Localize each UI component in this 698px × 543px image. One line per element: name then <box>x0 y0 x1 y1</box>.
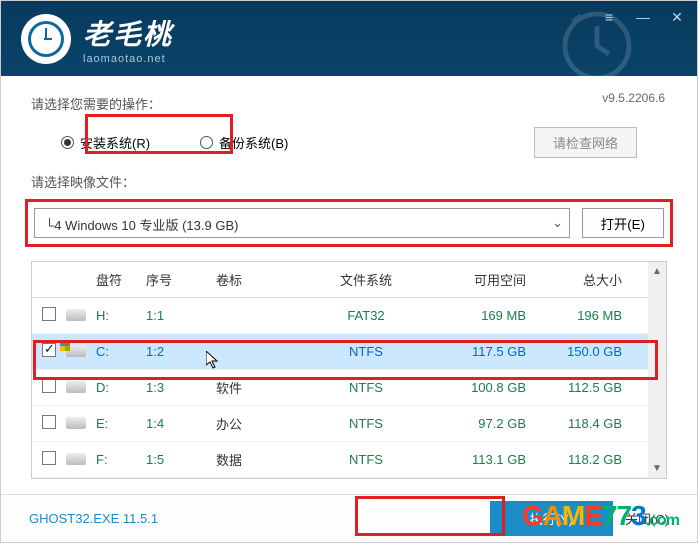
cell-label: 办公 <box>216 406 316 441</box>
cell-total: 196 MB <box>526 300 636 331</box>
settings-icon[interactable]: ≡ <box>601 9 617 26</box>
brand-name: 老毛桃 <box>83 13 173 53</box>
radio-backup-label: 备份系统(B) <box>219 133 288 152</box>
radio-install-label: 安装系统(R) <box>80 133 150 152</box>
cell-free: 117.5 GB <box>416 336 526 367</box>
cell-drive: H: <box>96 300 146 331</box>
table-row[interactable]: E:1:4办公NTFS97.2 GB118.4 GB <box>32 406 666 442</box>
chevron-down-icon: ⌄ <box>547 209 569 237</box>
table-row[interactable]: H:1:1 FAT32169 MB196 MB <box>32 298 666 334</box>
scrollbar[interactable]: ▲ ▼ <box>648 262 666 478</box>
disk-icon <box>66 417 86 429</box>
cell-seq: 1:1 <box>146 300 216 331</box>
scroll-down-icon[interactable]: ▼ <box>652 463 662 474</box>
drive-table: 盘符 序号 卷标 文件系统 可用空间 总大小 H:1:1FAT32169 MB1… <box>31 261 667 479</box>
cell-drive: F: <box>96 444 146 475</box>
cell-drive: C: <box>96 336 146 367</box>
image-label: 请选择映像文件： <box>31 172 667 191</box>
radio-icon <box>200 136 213 149</box>
footer: GHOST32.EXE 11.5.1 执行(Y) 关闭(C) <box>1 494 697 542</box>
cell-seq: 1:3 <box>146 372 216 403</box>
cell-total: 118.4 GB <box>526 408 636 439</box>
disk-icon <box>66 381 86 393</box>
cell-fs: NTFS <box>316 372 416 403</box>
check-network-button[interactable]: 请检查网络 <box>534 127 637 158</box>
brand-url: laomaotao.net <box>83 53 173 65</box>
radio-install[interactable]: 安装系统(R) <box>61 133 150 152</box>
table-row[interactable]: F:1:5数据NTFS113.1 GB118.2 GB <box>32 442 666 478</box>
open-button[interactable]: 打开(E) <box>582 208 664 238</box>
disk-icon <box>66 345 86 357</box>
logo-icon <box>21 14 71 64</box>
brand: 老毛桃 laomaotao.net <box>21 13 173 65</box>
checkbox[interactable] <box>42 451 56 465</box>
cell-label: 软件 <box>216 370 316 405</box>
cell-fs: NTFS <box>316 336 416 367</box>
radio-icon <box>61 136 74 149</box>
disk-icon <box>66 309 86 321</box>
image-selected-text: └4 Windows 10 专业版 (13.9 GB) <box>35 209 547 237</box>
disk-icon <box>66 453 86 465</box>
cell-total: 112.5 GB <box>526 372 636 403</box>
scroll-up-icon[interactable]: ▲ <box>652 266 662 277</box>
version-label: v9.5.2206.6 <box>602 91 665 105</box>
checkbox[interactable] <box>42 307 56 321</box>
col-total[interactable]: 总大小 <box>526 262 636 297</box>
cell-total: 118.2 GB <box>526 444 636 475</box>
cell-label <box>216 308 316 324</box>
minimize-icon[interactable]: — <box>635 9 651 26</box>
footer-status: GHOST32.EXE 11.5.1 <box>29 511 158 526</box>
checkbox[interactable] <box>42 379 56 393</box>
image-dropdown[interactable]: └4 Windows 10 专业版 (13.9 GB) ⌄ <box>34 208 570 238</box>
cell-seq: 1:5 <box>146 444 216 475</box>
cell-free: 169 MB <box>416 300 526 331</box>
table-row[interactable]: C:1:2 NTFS117.5 GB150.0 GB <box>32 334 666 370</box>
checkbox[interactable] <box>42 415 56 429</box>
col-seq[interactable]: 序号 <box>146 262 216 297</box>
col-drive[interactable]: 盘符 <box>96 262 146 297</box>
close-button[interactable]: 关闭(C) <box>625 509 669 528</box>
highlight-box: └4 Windows 10 专业版 (13.9 GB) ⌄ 打开(E) <box>25 199 673 247</box>
radio-backup[interactable]: 备份系统(B) <box>200 133 288 152</box>
col-free[interactable]: 可用空间 <box>416 262 526 297</box>
cell-drive: D: <box>96 372 146 403</box>
cell-fs: FAT32 <box>316 300 416 331</box>
operation-label: 请选择您需要的操作： <box>31 94 667 113</box>
cell-fs: NTFS <box>316 444 416 475</box>
execute-button[interactable]: 执行(Y) <box>490 501 613 536</box>
cell-seq: 1:4 <box>146 408 216 439</box>
cell-total: 150.0 GB <box>526 336 636 367</box>
col-label[interactable]: 卷标 <box>216 262 316 297</box>
cell-drive: E: <box>96 408 146 439</box>
col-fs[interactable]: 文件系统 <box>316 262 416 297</box>
checkbox[interactable] <box>42 343 56 357</box>
cell-fs: NTFS <box>316 408 416 439</box>
cell-free: 100.8 GB <box>416 372 526 403</box>
table-header: 盘符 序号 卷标 文件系统 可用空间 总大小 <box>32 262 666 298</box>
cell-free: 97.2 GB <box>416 408 526 439</box>
close-icon[interactable]: ✕ <box>669 9 685 26</box>
table-row[interactable]: D:1:3软件NTFS100.8 GB112.5 GB <box>32 370 666 406</box>
title-bar: 老毛桃 laomaotao.net ≡ — ✕ <box>1 1 697 76</box>
cell-seq: 1:2 <box>146 336 216 367</box>
cell-free: 113.1 GB <box>416 444 526 475</box>
cell-label: 数据 <box>216 442 316 477</box>
cell-label <box>216 344 316 360</box>
